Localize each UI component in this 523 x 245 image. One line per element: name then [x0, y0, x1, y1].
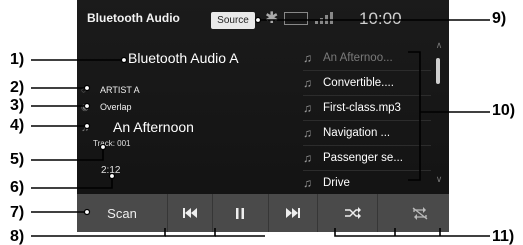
scroll-down-icon[interactable]: ∨: [433, 174, 445, 185]
song-row: ♫: [81, 122, 100, 134]
playlist-item[interactable]: ♫ First-class.mp3: [303, 96, 431, 121]
head-unit-screen: Bluetooth Audio Source ✱ 10:00 Bluetooth…: [77, 0, 449, 232]
callout-10: 10): [492, 102, 516, 119]
bluetooth-icon: ✱: [265, 10, 279, 27]
album-icon: ◉: [81, 102, 89, 112]
artist-row: ○ ARTIST A: [81, 85, 140, 95]
playlist-item[interactable]: ♫ Convertible....: [303, 71, 431, 96]
control-bar: Scan: [77, 194, 449, 232]
callout-7: 7): [10, 204, 25, 221]
signal-icon: [315, 12, 335, 24]
clock: 10:00: [359, 9, 402, 28]
music-note-icon: ♫: [303, 76, 312, 90]
music-note-icon: ♫: [303, 176, 312, 190]
next-track-button[interactable]: [268, 194, 318, 232]
repeat-off-icon: [412, 206, 428, 220]
playlist-item-label: First-class.mp3: [323, 102, 401, 114]
playlist-item-label: Convertible....: [323, 77, 394, 89]
playlist-item-label: Passenger se...: [323, 152, 403, 164]
scan-button[interactable]: Scan: [77, 194, 168, 232]
playlist-item-label: Drive: [323, 177, 350, 189]
prev-track-button[interactable]: [167, 194, 213, 232]
prev-track-icon: [182, 208, 197, 218]
song-title: An Afternoon: [113, 119, 194, 135]
playlist: ♫ An Afternoo... ♫ Convertible.... ♫ First-cl…: [303, 46, 431, 196]
next-track-icon: [285, 208, 300, 218]
shuffle-icon: [345, 207, 361, 219]
playlist-item[interactable]: ♫ Drive: [303, 171, 431, 196]
album-name: Overlap: [100, 102, 132, 112]
callout-4: 4): [10, 117, 25, 134]
music-note-icon: ♫: [303, 101, 312, 115]
battery-icon: [284, 12, 308, 25]
pause-icon: [236, 207, 244, 219]
pause-button[interactable]: [212, 194, 269, 232]
scroll-up-icon[interactable]: ∧: [433, 40, 445, 51]
playlist-item-label: An Afternoo...: [323, 52, 393, 64]
music-note-icon: ♫: [303, 51, 312, 65]
elapsed-time: 2:12: [101, 165, 121, 176]
music-note-icon: ♫: [303, 126, 312, 140]
playlist-item[interactable]: ♫ Navigation ...: [303, 121, 431, 146]
track-number: Track: 001: [93, 139, 131, 148]
now-playing-panel: Bluetooth Audio A ○ ARTIST A ◉ Overlap ♫ A…: [77, 38, 297, 190]
callout-5: 5): [10, 151, 25, 168]
title-bar: Bluetooth Audio Source ✱ 10:00: [77, 0, 449, 38]
callout-1: 1): [10, 51, 25, 68]
playlist-item[interactable]: ♫ Passenger se...: [303, 146, 431, 171]
shuffle-button[interactable]: [329, 194, 378, 232]
music-note-icon: ♫: [303, 151, 312, 165]
callout-9: 9): [492, 10, 507, 27]
album-row: ◉ Overlap: [81, 102, 132, 113]
device-name: Bluetooth Audio A: [128, 50, 239, 66]
scroll-thumb[interactable]: [436, 58, 440, 84]
song-icon: ♫: [81, 122, 90, 134]
scan-label: Scan: [107, 205, 137, 221]
source-button[interactable]: Source: [211, 12, 255, 29]
callout-6: 6): [10, 179, 25, 196]
artist-icon: ○: [81, 85, 87, 95]
app-title: Bluetooth Audio: [87, 11, 180, 25]
playlist-scrollbar[interactable]: ∧ ∨: [433, 40, 445, 191]
playlist-item[interactable]: ♫ An Afternoo...: [303, 46, 431, 71]
artist-name: ARTIST A: [100, 85, 140, 95]
playlist-item-label: Navigation ...: [323, 127, 391, 139]
repeat-button[interactable]: [391, 194, 449, 232]
callout-2: 2): [10, 79, 25, 96]
callout-3: 3): [10, 97, 25, 114]
